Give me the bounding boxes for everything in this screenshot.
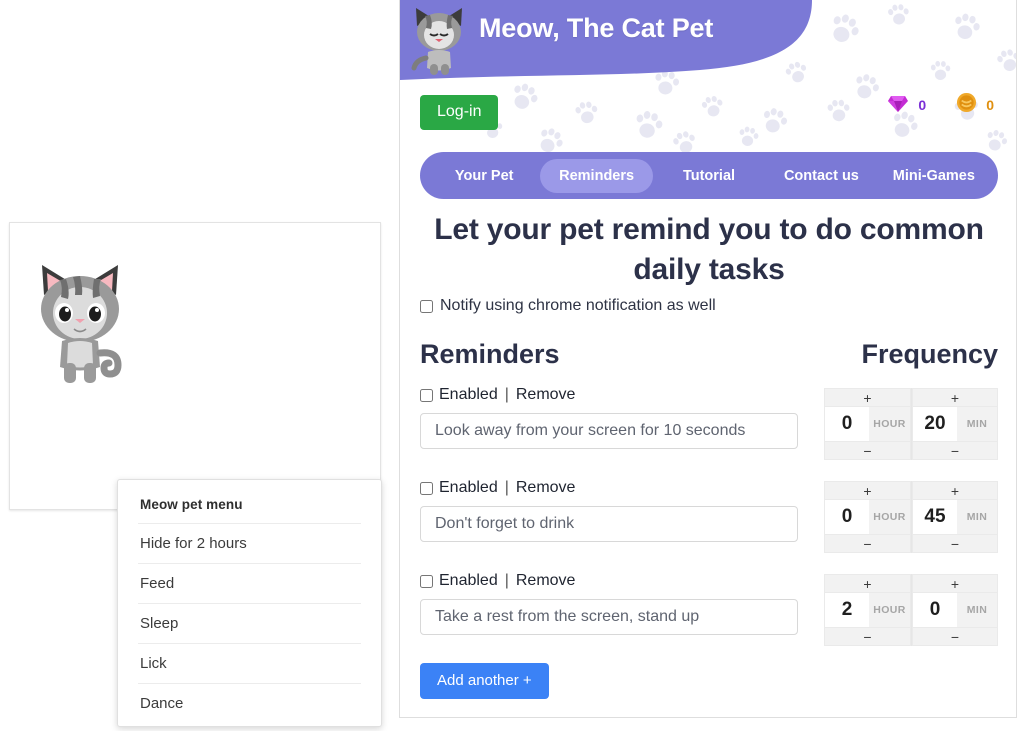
minute-value[interactable]: 20 xyxy=(913,413,957,435)
minute-stepper: + 0 MIN − xyxy=(911,574,998,646)
reminder-row: Enabled | Remove + 0 HOUR − xyxy=(420,479,998,572)
hour-increment-button[interactable]: + xyxy=(824,388,911,407)
hour-decrement-button[interactable]: − xyxy=(824,534,911,553)
reminder-enabled-checkbox[interactable] xyxy=(420,388,433,402)
frequency-stepper: + 0 HOUR − + 20 MIN − xyxy=(824,388,998,460)
login-button[interactable]: Log-in xyxy=(420,95,499,130)
nav-item-your-pet[interactable]: Your Pet xyxy=(428,159,540,193)
nav-item-contact-us[interactable]: Contact us xyxy=(765,159,877,193)
minute-increment-button[interactable]: + xyxy=(912,388,998,407)
hour-increment-button[interactable]: + xyxy=(824,574,911,593)
chrome-notification-label: Notify using chrome notification as well xyxy=(440,297,716,314)
app-title: Meow, The Cat Pet xyxy=(479,13,714,43)
app-logo-cat-icon xyxy=(408,4,470,76)
hour-value-row: 0 HOUR xyxy=(824,500,911,534)
reminder-remove-button[interactable]: Remove xyxy=(516,386,576,404)
pet-menu-title: Meow pet menu xyxy=(138,480,361,524)
gem-value: 0 xyxy=(918,97,927,113)
hour-value-row: 2 HOUR xyxy=(824,593,911,627)
minute-value-row: 20 MIN xyxy=(912,407,998,441)
hour-unit-label: HOUR xyxy=(869,593,910,627)
gem-icon xyxy=(887,93,909,118)
minute-unit-label: MIN xyxy=(957,500,997,534)
coin-counter[interactable]: 0 xyxy=(956,92,994,118)
menu-item-sleep[interactable]: Sleep xyxy=(138,604,361,644)
hour-value[interactable]: 2 xyxy=(825,599,869,621)
pet-panel: Meow pet menu Hide for 2 hours Feed Slee… xyxy=(9,222,382,727)
reminder-row: Enabled | Remove + 2 HOUR − xyxy=(420,572,998,665)
frequency-column-header: Frequency xyxy=(861,339,998,369)
minute-increment-button[interactable]: + xyxy=(912,481,998,500)
nav-item-mini-games[interactable]: Mini-Games xyxy=(878,159,990,193)
reminder-controls: Enabled | Remove xyxy=(420,479,800,497)
app-panel: Meow, The Cat Pet Log-in 0 0 Your Pet Re… xyxy=(399,0,1017,718)
minute-value-row: 45 MIN xyxy=(912,500,998,534)
hour-increment-button[interactable]: + xyxy=(824,481,911,500)
minute-increment-button[interactable]: + xyxy=(912,574,998,593)
minute-unit-label: MIN xyxy=(957,407,997,441)
menu-item-feed[interactable]: Feed xyxy=(138,564,361,604)
hour-unit-label: HOUR xyxy=(869,407,910,441)
gem-counter[interactable]: 0 xyxy=(887,93,926,118)
minute-decrement-button[interactable]: − xyxy=(912,441,998,460)
reminder-enabled-label: Enabled xyxy=(439,479,498,496)
hour-stepper: + 0 HOUR − xyxy=(824,388,911,460)
minute-stepper: + 45 MIN − xyxy=(911,481,998,553)
minute-decrement-button[interactable]: − xyxy=(912,627,998,646)
column-headers: Reminders Frequency xyxy=(420,339,998,370)
cat-sprite-icon[interactable] xyxy=(28,257,132,387)
hour-decrement-button[interactable]: − xyxy=(824,627,911,646)
page-title: Let your pet remind you to do common dai… xyxy=(434,213,984,286)
reminder-text-input[interactable] xyxy=(420,413,798,449)
reminder-enabled-label: Enabled xyxy=(439,386,498,403)
minute-value-row: 0 MIN xyxy=(912,593,998,627)
reminder-remove-button[interactable]: Remove xyxy=(516,479,576,497)
minute-stepper: + 20 MIN − xyxy=(911,388,998,460)
coin-value: 0 xyxy=(986,97,994,113)
frequency-stepper: + 0 HOUR − + 45 MIN − xyxy=(824,481,998,553)
hour-decrement-button[interactable]: − xyxy=(824,441,911,460)
minute-value[interactable]: 45 xyxy=(913,506,957,528)
reminder-enabled-label: Enabled xyxy=(439,572,498,589)
reminder-text-input[interactable] xyxy=(420,506,798,542)
reminder-row: Enabled | Remove + 0 HOUR − xyxy=(420,386,998,479)
menu-item-hide[interactable]: Hide for 2 hours xyxy=(138,524,361,564)
chrome-notification-checkbox[interactable] xyxy=(420,299,433,313)
reminder-left: Enabled | Remove xyxy=(420,572,800,635)
menu-item-dance[interactable]: Dance xyxy=(138,684,361,723)
reminder-enabled-checkbox[interactable] xyxy=(420,481,433,495)
pet-context-menu: Meow pet menu Hide for 2 hours Feed Slee… xyxy=(117,479,382,727)
main-navigation: Your Pet Reminders Tutorial Contact us M… xyxy=(420,152,998,199)
reminders-list: Enabled | Remove + 0 HOUR − xyxy=(420,386,998,665)
minute-unit-label: MIN xyxy=(957,593,997,627)
add-another-button[interactable]: Add another + xyxy=(420,663,549,699)
menu-item-lick[interactable]: Lick xyxy=(138,644,361,684)
reminder-left: Enabled | Remove xyxy=(420,479,800,542)
hour-value[interactable]: 0 xyxy=(825,413,869,435)
reminder-text-input[interactable] xyxy=(420,599,798,635)
nav-item-reminders[interactable]: Reminders xyxy=(540,158,653,193)
reminder-separator: | xyxy=(504,572,509,589)
screenshot-root: Meow pet menu Hide for 2 hours Feed Slee… xyxy=(0,0,1024,731)
hour-stepper: + 0 HOUR − xyxy=(824,481,911,553)
reminders-column-header: Reminders xyxy=(420,339,560,369)
nav-item-tutorial[interactable]: Tutorial xyxy=(653,159,765,193)
hour-stepper: + 2 HOUR − xyxy=(824,574,911,646)
frequency-stepper: + 2 HOUR − + 0 MIN − xyxy=(824,574,998,646)
coin-icon xyxy=(956,92,977,118)
reminder-separator: | xyxy=(504,386,509,403)
reminder-controls: Enabled | Remove xyxy=(420,572,800,590)
hour-value[interactable]: 0 xyxy=(825,506,869,528)
minute-value[interactable]: 0 xyxy=(913,599,957,621)
currency-display: 0 0 xyxy=(887,92,994,118)
reminder-enabled-checkbox[interactable] xyxy=(420,574,433,588)
chrome-notification-option[interactable]: Notify using chrome notification as well xyxy=(420,297,716,315)
reminder-remove-button[interactable]: Remove xyxy=(516,572,576,590)
minute-decrement-button[interactable]: − xyxy=(912,534,998,553)
reminder-left: Enabled | Remove xyxy=(420,386,800,449)
hour-unit-label: HOUR xyxy=(869,500,910,534)
reminder-separator: | xyxy=(504,479,509,496)
hour-value-row: 0 HOUR xyxy=(824,407,911,441)
reminder-controls: Enabled | Remove xyxy=(420,386,800,404)
